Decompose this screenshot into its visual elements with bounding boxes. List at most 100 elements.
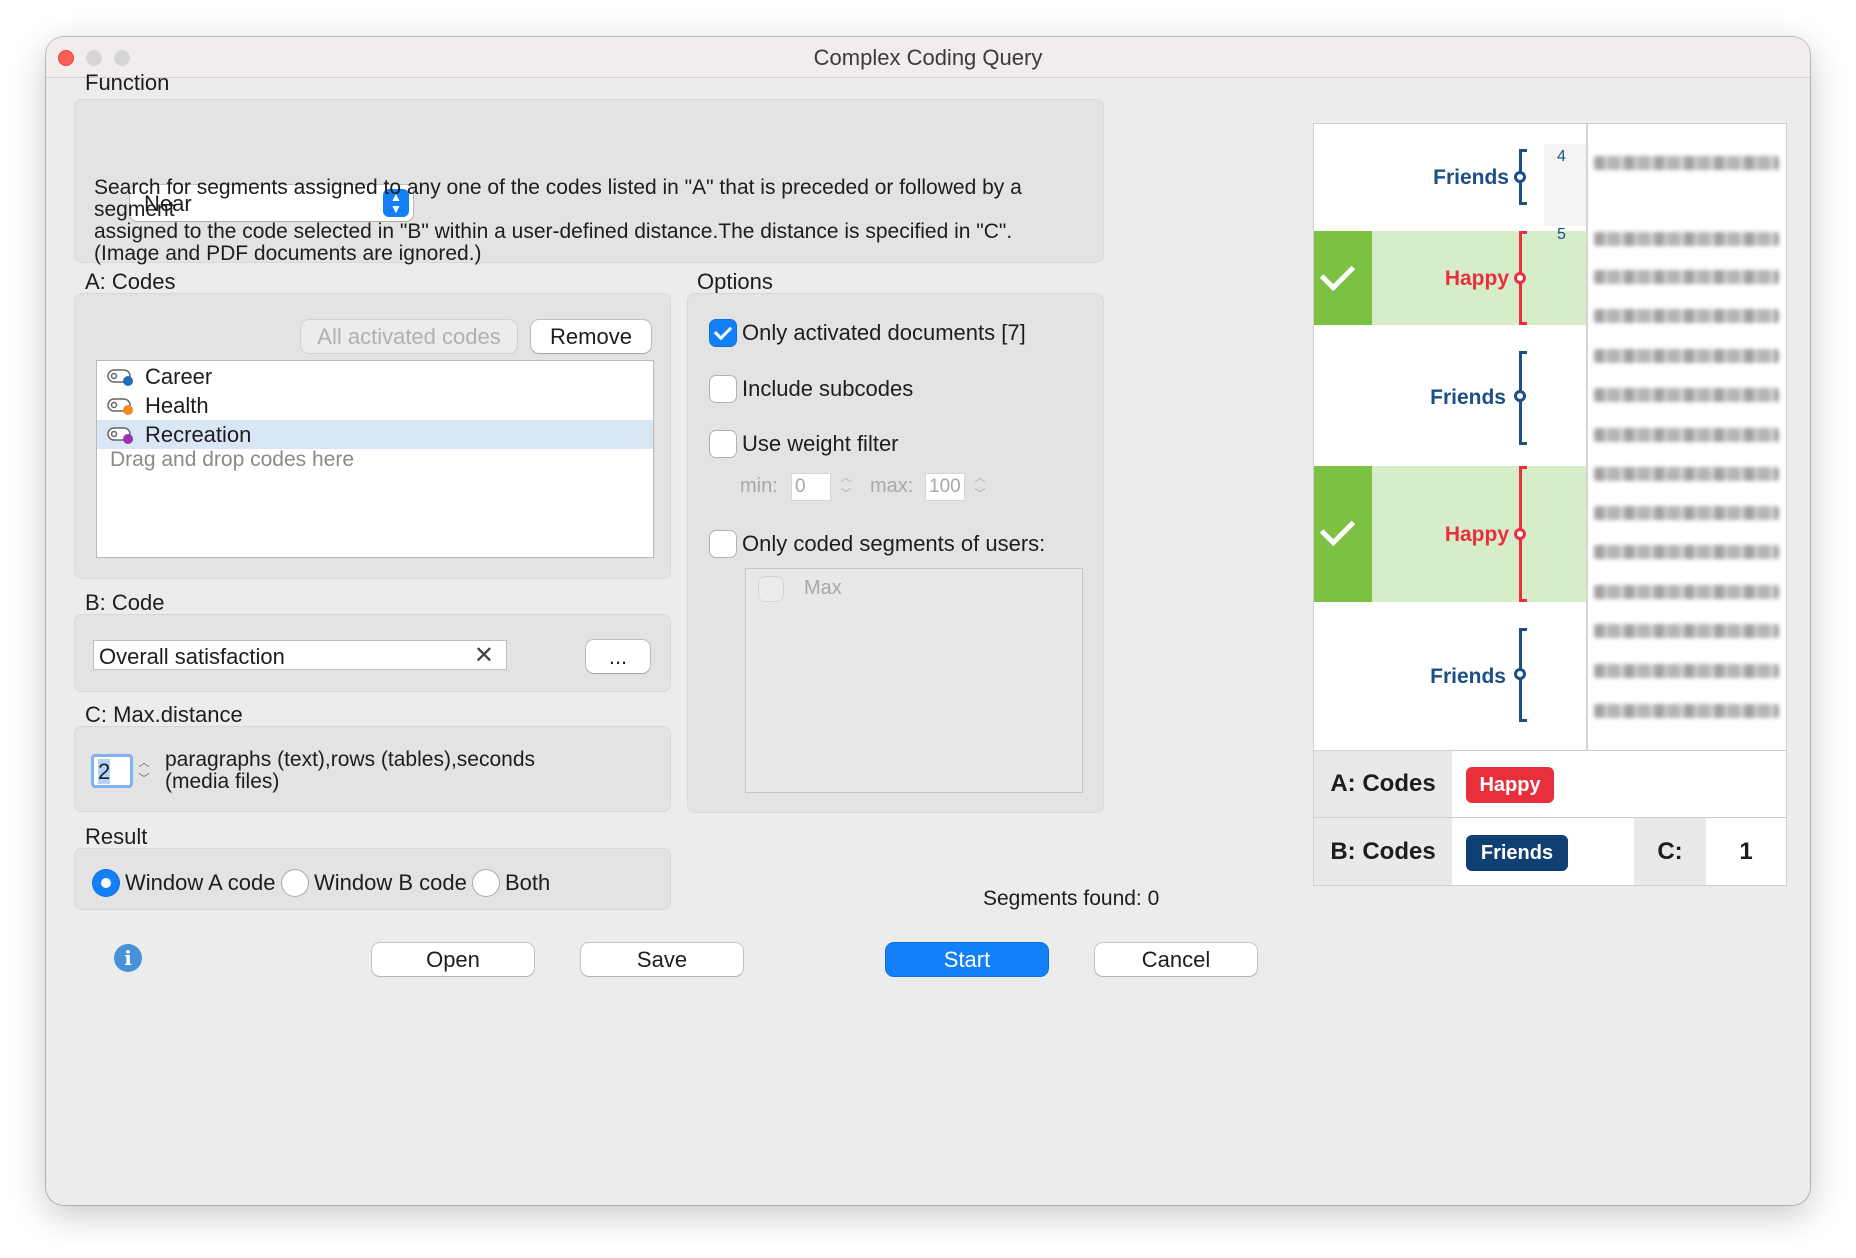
all-activated-codes-button[interactable]: All activated codes — [301, 320, 517, 353]
paragraph-number: 5 — [1557, 226, 1566, 243]
weight-max-input[interactable]: 100 — [925, 473, 965, 501]
open-button[interactable]: Open — [372, 943, 534, 976]
weight-min-stepper[interactable]: ︿ ﹀ — [836, 470, 856, 504]
b-code-value: Overall satisfaction — [99, 644, 285, 669]
result-panel: Window A code Window B code Both — [74, 848, 671, 910]
result-heading: Result — [85, 824, 148, 849]
only-activated-docs-checkbox[interactable] — [710, 320, 736, 346]
users-list[interactable]: Max — [745, 568, 1083, 793]
friends-marker — [1514, 171, 1526, 183]
save-button[interactable]: Save — [581, 943, 743, 976]
code-label-happy: Happy — [1444, 267, 1509, 290]
blurred-text-line — [1594, 388, 1779, 402]
chevron-down-icon[interactable]: ﹀ — [836, 486, 856, 502]
a-codes-list[interactable]: Career Health Recreation Drag and drop c… — [96, 360, 654, 558]
list-item-health[interactable]: Health — [97, 391, 653, 420]
code-label-friends: Friends — [1430, 386, 1506, 409]
description-line: assigned to the code selected in "B" wit… — [94, 220, 1013, 243]
checkbox-label: Use weight filter — [742, 431, 899, 456]
function-heading: Function — [85, 70, 170, 95]
code-label-friends: Friends — [1430, 665, 1506, 688]
function-panel: Near ▲ ▼ Search for segments assigned to … — [74, 99, 1104, 265]
blurred-text-line — [1594, 428, 1779, 442]
distance-unit-line: paragraphs (text),rows (tables),seconds — [165, 748, 535, 771]
options-heading: Options — [697, 269, 773, 294]
description-line: Search for segments assigned to any one … — [94, 176, 1022, 221]
legend-c-value: 1 — [1739, 837, 1753, 865]
complex-coding-query-window: Complex Coding Query Function Near ▲ ▼ Se… — [46, 37, 1810, 1205]
list-item-career[interactable]: Career — [97, 362, 653, 391]
blurred-text-line — [1594, 664, 1779, 678]
list-item-label: Career — [145, 364, 213, 389]
chevron-down-icon[interactable]: ﹀ — [134, 771, 154, 787]
list-item-label: Health — [145, 393, 209, 418]
legend-a-codes: A: Codes Happy — [1313, 750, 1787, 818]
use-weight-filter-checkbox[interactable] — [710, 431, 736, 457]
legend-a-tag: Happy — [1466, 767, 1554, 803]
blurred-text-line — [1594, 270, 1779, 284]
blurred-text-line — [1594, 467, 1779, 481]
chevron-up-icon[interactable]: ︿ — [134, 755, 154, 771]
blurred-text-line — [1594, 624, 1779, 638]
description-line: (Image and PDF documents are ignored.) — [94, 242, 482, 265]
list-item-label: Recreation — [145, 422, 252, 447]
radio-label: Window B code — [314, 870, 467, 895]
user-label: Max — [804, 577, 842, 599]
weight-max-stepper[interactable]: ︿ ﹀ — [970, 470, 990, 504]
b-code-field[interactable]: Overall satisfaction ✕ — [93, 640, 507, 670]
text-column-separator — [1586, 124, 1588, 750]
checkbox-label: Include subcodes — [742, 376, 914, 401]
blurred-text-line — [1594, 704, 1779, 718]
only-coded-segments-checkbox[interactable] — [710, 531, 736, 557]
match-check — [1314, 466, 1372, 602]
blurred-text-line — [1594, 585, 1779, 599]
distance-unit-line: (media files) — [165, 770, 280, 793]
start-button[interactable]: Start — [886, 943, 1048, 976]
cancel-button[interactable]: Cancel — [1095, 943, 1257, 976]
happy-marker — [1514, 528, 1526, 540]
friends-marker — [1514, 668, 1526, 680]
drop-hint: Drag and drop codes here — [110, 448, 354, 471]
legend-b-codes: B: Codes Friends C: 1 — [1313, 817, 1787, 886]
chevron-down-icon[interactable]: ﹀ — [970, 486, 990, 502]
distance-input[interactable]: 2 — [91, 754, 133, 788]
browse-codes-button[interactable]: ... — [586, 640, 650, 673]
c-distance-heading: C: Max.distance — [85, 702, 243, 727]
b-code-panel: Overall satisfaction ✕ ... — [74, 614, 671, 692]
weight-min-input[interactable]: 0 — [791, 473, 831, 501]
distance-value: 2 — [98, 759, 111, 784]
distance-unit: paragraphs (text),rows (tables),seconds … — [165, 749, 535, 793]
chevron-up-icon[interactable]: ︿ — [970, 470, 990, 486]
query-illustration: 4 5 Friends Happy Friends Happy Friends — [1313, 123, 1787, 751]
radio-window-a-code[interactable] — [93, 870, 119, 896]
radio-window-b-code[interactable] — [282, 870, 308, 896]
user-max-checkbox[interactable] — [759, 577, 783, 601]
chevron-up-icon[interactable]: ︿ — [836, 470, 856, 486]
check-icon — [1319, 510, 1356, 547]
check-icon — [1319, 255, 1356, 292]
blurred-text-line — [1594, 506, 1779, 520]
blurred-text-line — [1594, 309, 1779, 323]
legend-a-label: A: Codes — [1314, 751, 1452, 817]
b-code-heading: B: Code — [85, 590, 165, 615]
function-description: Search for segments assigned to any one … — [94, 177, 1084, 265]
radio-both[interactable] — [473, 870, 499, 896]
remove-button[interactable]: Remove — [531, 320, 651, 353]
c-distance-panel: 2 ︿ ﹀ paragraphs (text),rows (tables),se… — [74, 726, 671, 812]
segments-found-status: Segments found: 0 — [983, 887, 1160, 910]
distance-stepper[interactable]: ︿ ﹀ — [134, 755, 154, 789]
include-subcodes-checkbox[interactable] — [710, 376, 736, 402]
options-panel: Only activated documents [7] Include sub… — [687, 293, 1104, 813]
blurred-text-line — [1594, 349, 1779, 363]
code-tag-icon — [107, 427, 133, 444]
a-codes-heading: A: Codes — [85, 269, 176, 294]
weight-min-label: min: — [740, 475, 778, 497]
info-icon[interactable]: i — [114, 944, 142, 972]
weight-max-label: max: — [870, 475, 914, 497]
list-item-recreation[interactable]: Recreation — [97, 420, 653, 449]
code-label-happy: Happy — [1444, 523, 1509, 546]
friends-marker — [1514, 390, 1526, 402]
legend-b-tag: Friends — [1466, 835, 1568, 871]
code-tag-icon — [107, 398, 133, 415]
clear-icon[interactable]: ✕ — [474, 641, 494, 670]
